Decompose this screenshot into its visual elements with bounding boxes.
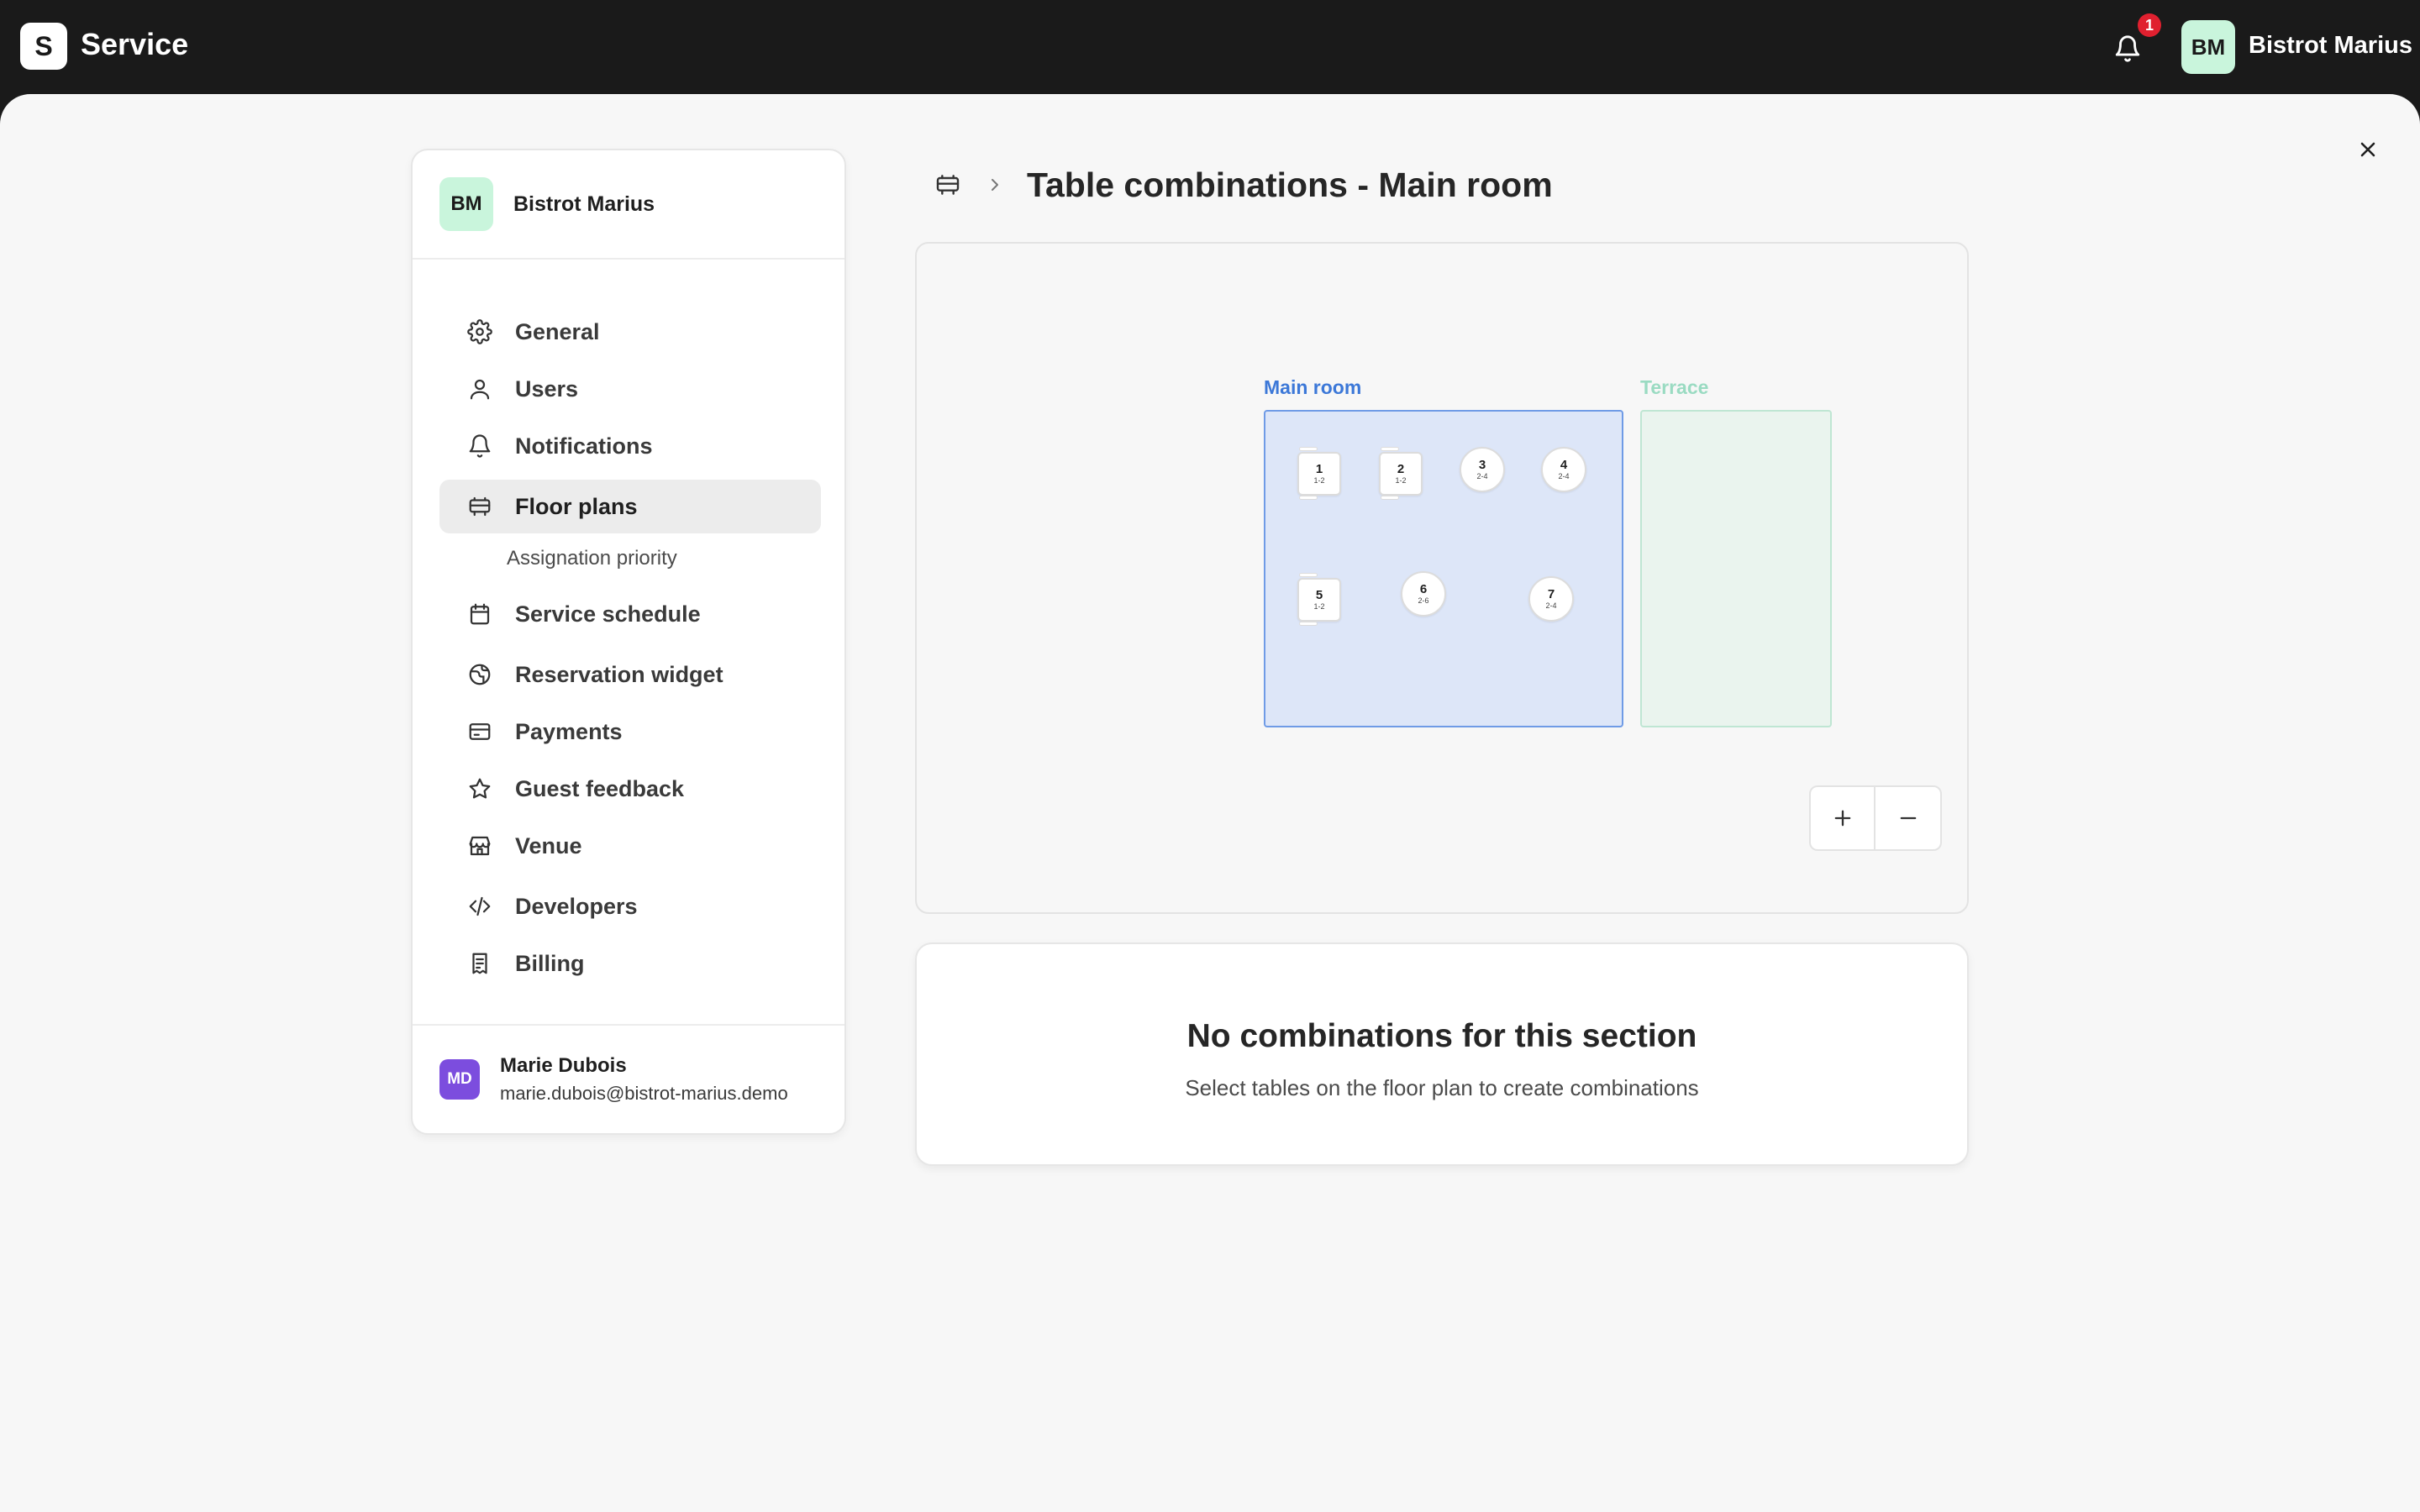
table-number: 7 (1547, 587, 1555, 601)
receipt-icon (465, 948, 495, 979)
table-3[interactable]: 3 2-4 (1460, 447, 1505, 492)
chair (1381, 447, 1399, 451)
table-capacity: 2-4 (1545, 601, 1557, 610)
sidebar-item-venue[interactable]: Venue (439, 819, 821, 873)
table-capacity: 1-2 (1313, 602, 1325, 611)
zoom-controls (1809, 785, 1942, 851)
store-icon (465, 831, 495, 861)
sidebar-item-floor-plans[interactable]: Floor plans (439, 480, 821, 533)
sidebar-item-label: Venue (515, 832, 582, 858)
sidebar-item-label: Reservation widget (515, 661, 723, 687)
chair (1299, 496, 1318, 500)
table-6[interactable]: 6 2-6 (1401, 571, 1446, 617)
table-number: 4 (1560, 458, 1568, 472)
sidebar-item-reservation-widget[interactable]: Reservation widget (439, 648, 821, 701)
section-main-room[interactable]: 1 1-2 2 1-2 3 2-4 4 2-4 5 1-2 6 2-6 7 2-… (1264, 410, 1623, 727)
chevron-right-icon (981, 171, 1008, 198)
section-terrace[interactable] (1640, 410, 1832, 727)
sidebar-item-developers[interactable]: Developers (439, 879, 821, 933)
close-button[interactable] (2348, 129, 2388, 170)
sidebar-item-label: Service schedule (515, 601, 701, 627)
venue-avatar[interactable]: BM (2181, 20, 2235, 74)
bell-icon (465, 431, 495, 461)
plus-icon (1834, 810, 1850, 827)
combinations-empty-state: No combinations for this section Select … (915, 942, 1969, 1166)
table-5[interactable]: 5 1-2 (1297, 578, 1341, 622)
calendar-icon (465, 599, 495, 629)
sidebar-item-label: Notifications (515, 433, 653, 459)
table-number: 5 (1315, 588, 1323, 602)
sidebar-venue-header: BM Bistrot Marius (413, 150, 844, 260)
user-avatar: MD (439, 1059, 480, 1100)
breadcrumb: Table combinations - Main room (933, 155, 1553, 215)
section-label-main-room[interactable]: Main room (1264, 376, 1361, 399)
sidebar-item-label: Users (515, 375, 579, 402)
credit-card-icon (465, 717, 495, 747)
sidebar-subitem-assignation-priority[interactable]: Assignation priority (507, 547, 677, 570)
table-capacity: 2-4 (1476, 472, 1488, 480)
sidebar-item-general[interactable]: General (439, 305, 821, 359)
sidebar-item-label: Payments (515, 718, 623, 744)
table-2[interactable]: 2 1-2 (1379, 452, 1423, 496)
zoom-out-button[interactable] (1876, 787, 1940, 849)
floor-plan-icon (465, 491, 495, 522)
table-number: 2 (1397, 462, 1405, 476)
sidebar-item-guest-feedback[interactable]: Guest feedback (439, 762, 821, 816)
empty-state-subtitle: Select tables on the floor plan to creat… (1185, 1075, 1699, 1100)
sidebar-item-notifications[interactable]: Notifications (439, 419, 821, 473)
user-email: marie.dubois@bistrot-marius.demo (500, 1083, 788, 1104)
sidebar-item-billing[interactable]: Billing (439, 937, 821, 990)
settings-sheet: BM Bistrot Marius General Users Notifica… (0, 94, 2420, 1512)
sidebar-item-service-schedule[interactable]: Service schedule (439, 587, 821, 641)
sidebar-user-footer[interactable]: MD Marie Dubois marie.dubois@bistrot-mar… (413, 1024, 844, 1133)
table-capacity: 1-2 (1313, 476, 1325, 485)
venue-switcher-label[interactable]: Bistrot Marius (2249, 32, 2412, 60)
chair (1299, 573, 1318, 577)
table-4[interactable]: 4 2-4 (1541, 447, 1586, 492)
sidebar-venue-name: Bistrot Marius (513, 192, 655, 216)
sidebar-item-payments[interactable]: Payments (439, 705, 821, 759)
floor-plan-icon[interactable] (933, 170, 963, 200)
table-1[interactable]: 1 1-2 (1297, 452, 1341, 496)
sidebar-item-label: Guest feedback (515, 775, 685, 801)
notification-count-badge: 1 (2138, 13, 2161, 37)
user-name: Marie Dubois (500, 1054, 627, 1077)
chair (1381, 496, 1399, 500)
chair (1299, 447, 1318, 451)
gear-icon (465, 317, 495, 347)
table-number: 6 (1419, 582, 1428, 596)
sidebar-item-label: Billing (515, 950, 585, 976)
sidebar-item-label: Floor plans (515, 493, 638, 519)
section-label-terrace[interactable]: Terrace (1640, 376, 1708, 399)
app-logo[interactable]: S (20, 23, 67, 70)
sidebar-item-label: General (515, 318, 600, 344)
globe-icon (465, 659, 495, 690)
sidebar-venue-avatar: BM (439, 177, 493, 231)
table-number: 3 (1478, 458, 1486, 472)
app-name: Service (81, 27, 189, 61)
page-title: Table combinations - Main room (1027, 165, 1553, 204)
minus-icon (1900, 816, 1916, 820)
user-icon (465, 374, 495, 404)
table-capacity: 2-4 (1558, 472, 1570, 480)
sidebar-item-users[interactable]: Users (439, 362, 821, 416)
sidebar-item-label: Developers (515, 893, 638, 919)
table-7[interactable]: 7 2-4 (1528, 576, 1574, 622)
zoom-in-button[interactable] (1811, 787, 1876, 849)
bell-icon (2115, 35, 2140, 62)
top-bar: S Service 1 BM Bistrot Marius (0, 0, 2420, 94)
floor-plan-canvas[interactable]: Main room Terrace 1 1-2 2 1-2 3 2-4 4 2-… (915, 242, 1969, 914)
empty-state-title: No combinations for this section (1186, 1018, 1697, 1054)
settings-sidebar: BM Bistrot Marius General Users Notifica… (411, 149, 846, 1135)
code-icon (465, 891, 495, 921)
close-icon (2360, 142, 2375, 157)
table-capacity: 1-2 (1395, 476, 1407, 485)
star-icon (465, 774, 495, 804)
chair (1299, 622, 1318, 626)
table-number: 1 (1315, 462, 1323, 476)
table-capacity: 2-6 (1418, 596, 1429, 605)
